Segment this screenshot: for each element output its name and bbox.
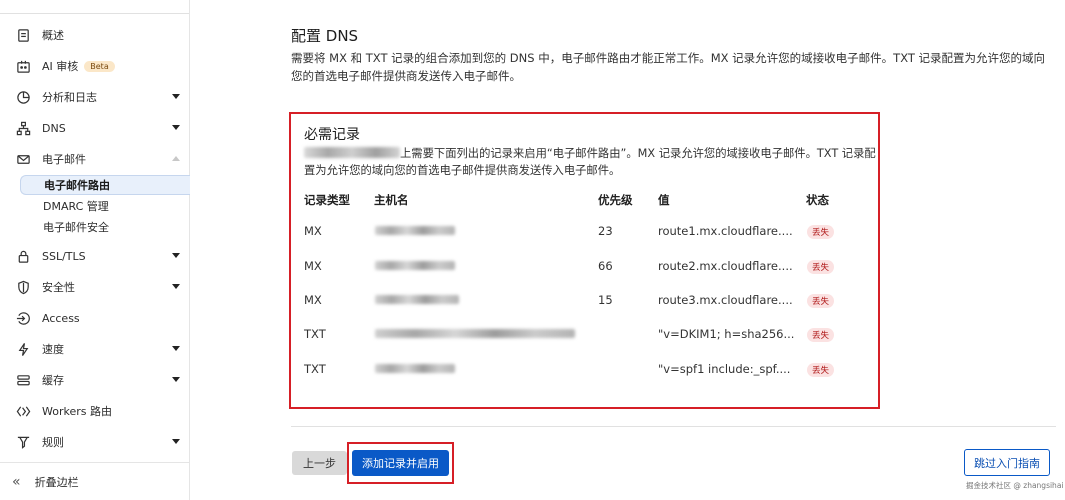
record-type: MX [304,224,322,238]
record-priority: 15 [598,293,613,307]
chevron-down-icon [172,94,180,99]
sidebar-item-speed[interactable]: 速度 [0,336,190,362]
sidebar: 概述 AI 审核 Beta 分析和日志 DNS 电子邮件 电子邮件路由 DMAR… [0,0,190,500]
column-header-value: 值 [658,193,670,207]
chevron-down-icon [172,253,180,258]
record-value: route2.mx.cloudflare.... [658,259,793,273]
sidebar-item-cache[interactable]: 缓存 [0,367,190,393]
record-value: "v=DKIM1; h=sha256... [658,327,795,341]
redacted-hostname [375,226,455,235]
column-header-host: 主机名 [374,193,409,207]
record-type: MX [304,259,322,273]
ai-audit-icon [14,57,32,75]
redacted-hostname [375,261,455,270]
watermark: 掘金技术社区 @ zhangsihai [966,481,1064,490]
sidebar-item-label: 安全性 [42,281,75,294]
record-type: TXT [304,327,326,341]
redacted-hostname [375,364,455,373]
status-badge: 丢失 [807,260,835,274]
chevron-down-icon [172,439,180,444]
chevron-down-icon [172,346,180,351]
status-badge: 丢失 [807,294,835,308]
column-header-type: 记录类型 [304,193,350,207]
redacted-domain [304,147,400,158]
sidebar-item-label: AI 审核 [42,60,79,73]
chevron-down-icon [172,125,180,130]
cache-stack-icon [14,371,32,389]
document-icon [14,26,32,44]
page-title: 配置 DNS [291,27,359,45]
page-description: 需要将 MX 和 TXT 记录的组合添加到您的 DNS 中，电子邮件路由才能正常… [291,51,1046,83]
lightning-icon [14,340,32,358]
lock-icon [14,247,32,265]
sidebar-item-overview[interactable]: 概述 [0,22,190,48]
records-title: 必需记录 [304,127,360,143]
record-type: MX [304,293,322,307]
sidebar-item-dns[interactable]: DNS [0,115,190,141]
actions-divider [291,426,1056,427]
sidebar-item-rules[interactable]: 规则 [0,429,190,455]
column-header-status: 状态 [806,193,829,207]
sidebar-item-label: DNS [42,121,66,135]
sidebar-item-ai-audit[interactable]: AI 审核 Beta [0,53,190,79]
beta-badge: Beta [84,60,115,72]
record-value: "v=spf1 include:_spf.... [658,362,791,376]
sidebar-item-security[interactable]: 安全性 [0,274,190,300]
double-chevron-left-icon: « [12,473,21,490]
sidebar-item-ssl-tls[interactable]: SSL/TLS [0,243,190,269]
sidebar-item-label: SSL/TLS [42,249,86,263]
sidebar-item-workers-routes[interactable]: Workers 路由 [0,398,190,424]
sidebar-subitem-email-routing[interactable]: 电子邮件路由 [20,175,190,195]
sidebar-item-label: 缓存 [42,374,64,387]
redacted-hostname [375,329,575,338]
sidebar-item-label: 电子邮件 [42,153,86,166]
shield-icon [14,278,32,296]
network-tree-icon [14,119,32,137]
sidebar-item-label: 速度 [42,343,64,356]
previous-step-button[interactable]: 上一步 [292,451,347,475]
status-badge: 丢失 [807,363,835,377]
records-description: 上需要下面列出的记录来启用“电子邮件路由”。MX 记录允许您的域接收电子邮件。T… [304,147,876,177]
record-priority: 66 [598,259,613,273]
sidebar-subitem-dmarc[interactable]: DMARC 管理 [20,196,190,216]
rules-funnel-icon [14,433,32,451]
record-value: route1.mx.cloudflare.... [658,224,793,238]
skip-onboarding-button[interactable]: 跳过入门指南 [964,449,1050,476]
sidebar-item-email[interactable]: 电子邮件 [0,146,190,172]
chevron-up-icon [172,156,180,161]
sidebar-item-access[interactable]: Access [0,305,190,331]
sidebar-item-label: 分析和日志 [42,91,97,104]
workers-icon [14,402,32,420]
status-badge: 丢失 [807,328,835,342]
sidebar-item-label: Access [42,311,80,325]
record-priority: 23 [598,224,613,238]
sidebar-item-analytics[interactable]: 分析和日志 [0,84,190,110]
status-badge: 丢失 [807,225,835,239]
sidebar-item-label: Workers 路由 [42,405,112,418]
required-records-panel: 必需记录 上需要下面列出的记录来启用“电子邮件路由”。MX 记录允许您的域接收电… [289,112,880,409]
record-value: route3.mx.cloudflare.... [658,293,793,307]
sidebar-item-label: 规则 [42,436,64,449]
add-records-and-enable-button[interactable]: 添加记录并启用 [352,450,449,476]
collapse-sidebar-button[interactable]: « 折叠边栏 [0,462,190,500]
access-icon [14,309,32,327]
sidebar-subitem-email-security[interactable]: 电子邮件安全 [20,217,190,237]
collapse-sidebar-label: 折叠边栏 [34,475,79,489]
email-icon [14,150,32,168]
column-header-priority: 优先级 [598,193,633,207]
top-divider [0,13,189,14]
pie-chart-icon [14,88,32,106]
redacted-hostname [375,295,459,304]
chevron-down-icon [172,284,180,289]
record-type: TXT [304,362,326,376]
sidebar-item-label: 概述 [42,29,64,42]
chevron-down-icon [172,377,180,382]
